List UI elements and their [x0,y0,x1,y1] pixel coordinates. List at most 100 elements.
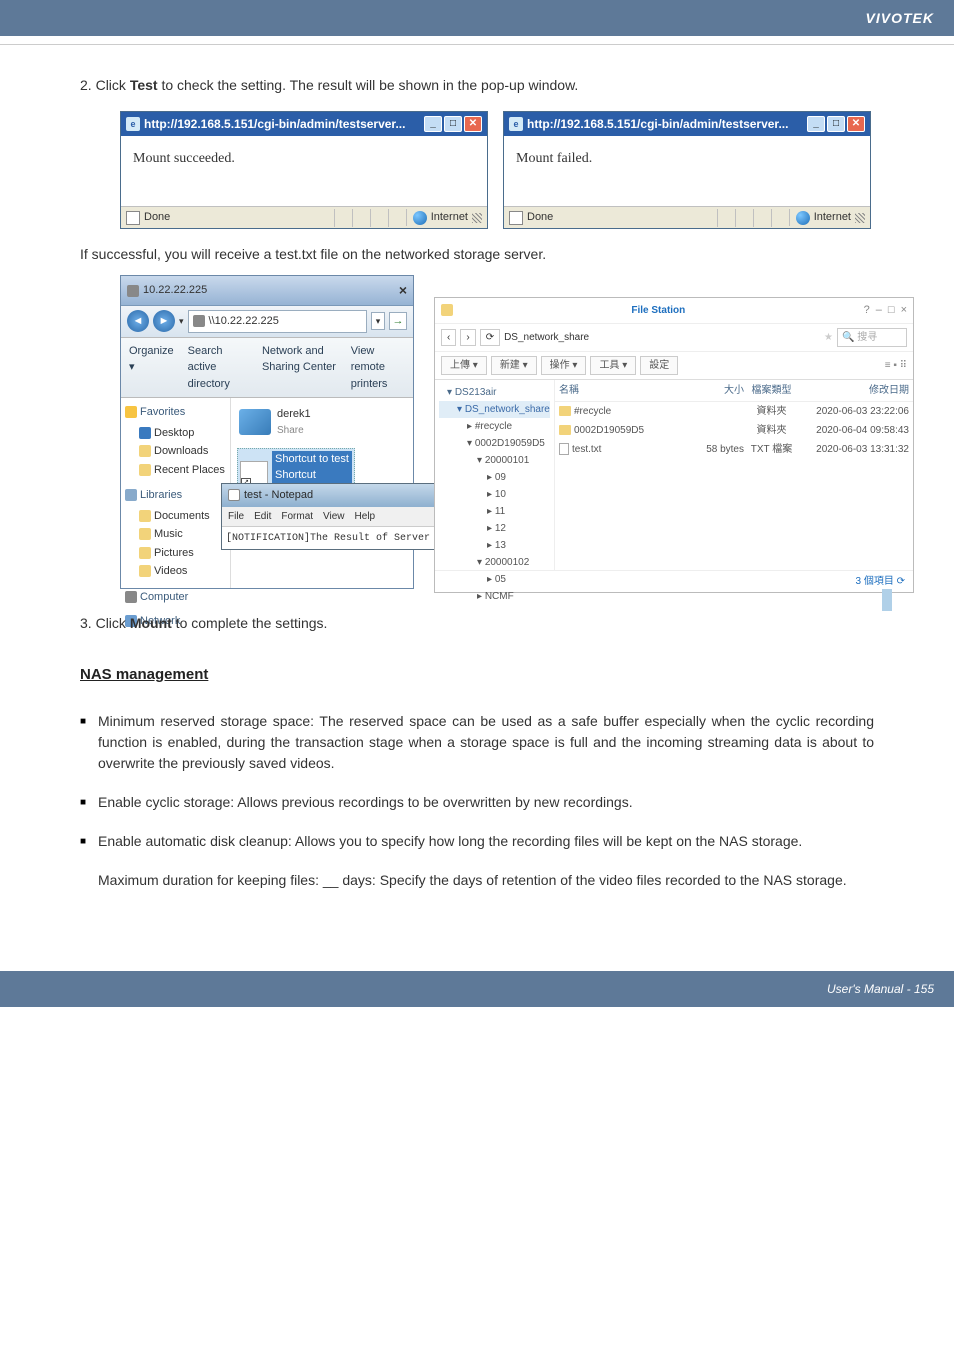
shortcut-name: Shortcut to test [275,451,349,468]
fs-crumb-root[interactable]: DS_network_share [504,330,589,345]
bullet-3: Enable automatic disk cleanup: Allows yo… [80,831,874,852]
view-printers[interactable]: View remote printers [351,343,405,393]
back-button[interactable]: ◄ [127,310,149,332]
col-name[interactable]: 名稱 [559,383,689,398]
ie-icon: e [509,117,523,131]
fs-row[interactable]: test.txt 58 bytes TXT 檔案 2020-06-03 13:3… [555,440,913,459]
fs-action-btn[interactable]: 操作 ▾ [541,356,587,375]
close-icon[interactable]: × [399,280,407,301]
fs-row[interactable]: #recycle 資料夾 2020-06-03 23:22:06 [555,402,913,421]
popup-success-body: Mount succeeded. [121,136,487,206]
sidebar-pictures[interactable]: Pictures [154,545,194,562]
fs-view-toggle[interactable]: ≡ ▪ ⠿ [885,358,907,373]
sidebar-videos[interactable]: Videos [154,563,187,580]
folder-icon [139,565,151,577]
sidebar-documents[interactable]: Documents [154,508,210,525]
sidebar-recent[interactable]: Recent Places [154,462,225,479]
minimize-button[interactable]: _ [424,116,442,132]
tree-hour[interactable]: ▸ 12 [439,520,550,537]
col-type[interactable]: 檔案類型 [744,383,799,398]
star-icon[interactable]: ★ [824,330,833,345]
resize-grip[interactable] [855,213,865,223]
tree-share[interactable]: ▾ DS_network_share [439,401,550,418]
share-name: derek1 [277,406,311,423]
menu-file[interactable]: File [228,509,244,524]
fs-search-toggle[interactable]: ? [864,302,870,319]
share-type: Share [277,423,311,438]
minimize-button[interactable]: _ [807,116,825,132]
menu-edit[interactable]: Edit [254,509,271,524]
tree-device[interactable]: ▾ 0002D19059D5 [439,435,550,452]
tree-date1[interactable]: ▾ 20000101 [439,452,550,469]
close-button[interactable]: ✕ [464,116,482,132]
fs-breadcrumb: ‹ › ⟳ DS_network_share ★ 🔍 搜寻 [435,324,913,352]
menu-help[interactable]: Help [355,509,376,524]
tree-ncmf[interactable]: ▸ NCMF [439,588,550,605]
fs-close[interactable]: × [901,302,907,319]
fs-minimize[interactable]: – [876,302,882,319]
step-3: 3. Click Mount to complete the settings. [80,613,874,634]
tree-recycle[interactable]: ▸ #recycle [439,418,550,435]
fs-upload-btn[interactable]: 上傳 ▾ [441,356,487,375]
bullet-2: Enable cyclic storage: Allows previous r… [80,792,874,813]
window-buttons: _ □ ✕ [807,116,865,132]
fs-row[interactable]: 0002D19059D5 資料夾 2020-06-04 09:58:43 [555,421,913,440]
sidebar-libraries[interactable]: Libraries [140,487,182,504]
dropdown-button[interactable]: ▾ [371,312,385,330]
fs-header-row: 名稱 大小 檔案類型 修改日期 [555,380,913,402]
menu-view[interactable]: View [323,509,345,524]
fs-tools-btn[interactable]: 工具 ▾ [590,356,636,375]
maximize-button[interactable]: □ [444,116,462,132]
status-cells [334,209,406,227]
menu-format[interactable]: Format [281,509,313,524]
resize-grip[interactable] [472,213,482,223]
popup-success-status: Done Internet [121,206,487,228]
sidebar-desktop[interactable]: Desktop [154,425,194,442]
fs-settings-btn[interactable]: 設定 [640,356,678,375]
col-date[interactable]: 修改日期 [799,383,909,398]
explorer-toolbar: Organize ▾ Search active directory Netwo… [121,338,413,399]
fs-refresh[interactable]: ⟳ [480,329,500,346]
tree-date2[interactable]: ▾ 20000102 [439,554,550,571]
search-directory[interactable]: Search active directory [188,343,248,393]
tree-hour[interactable]: ▸ 11 [439,503,550,520]
organize-menu[interactable]: Organize ▾ [129,343,174,393]
fs-back[interactable]: ‹ [441,329,456,346]
header-band: VIVOTEK [0,0,954,36]
close-button[interactable]: ✕ [847,116,865,132]
fs-tree: ▾ DS213air ▾ DS_network_share ▸ #recycle… [435,380,555,570]
popup-fail-titlebar: e http://192.168.5.151/cgi-bin/admin/tes… [504,112,870,136]
folder-icon [139,464,151,476]
fs-search-input[interactable]: 🔍 搜寻 [837,328,907,347]
sidebar-downloads[interactable]: Downloads [154,443,208,460]
sidebar-music[interactable]: Music [154,526,183,543]
tree-hour[interactable]: ▸ 13 [439,537,550,554]
tree-hour[interactable]: ▸ 05 [439,571,550,588]
status-done: Done [144,209,170,226]
explorer-sidebar: Favorites Desktop Downloads Recent Place… [121,398,231,588]
tree-hour[interactable]: ▸ 10 [439,486,550,503]
fs-new-btn[interactable]: 新建 ▾ [491,356,537,375]
share-item[interactable]: derek1 Share [237,404,407,440]
fs-forward[interactable]: › [460,329,475,346]
fs-body: ▾ DS213air ▾ DS_network_share ▸ #recycle… [435,380,913,570]
tree-hour[interactable]: ▸ 09 [439,469,550,486]
col-size[interactable]: 大小 [689,383,744,398]
address-bar[interactable]: \\10.22.22.225 [188,310,367,333]
nas-heading: NAS management [80,664,874,687]
computer-icon [193,315,205,327]
page-content: 2. Click Test to check the setting. The … [0,75,954,891]
sidebar-computer[interactable]: Computer [140,589,188,606]
sidebar-favorites[interactable]: Favorites [140,404,185,421]
fs-actions: 上傳 ▾ 新建 ▾ 操作 ▾ 工具 ▾ 設定 ≡ ▪ ⠿ [435,352,913,380]
maximize-button[interactable]: □ [827,116,845,132]
popup-success-titlebar: e http://192.168.5.151/cgi-bin/admin/tes… [121,112,487,136]
tree-root[interactable]: ▾ DS213air [439,384,550,401]
forward-button[interactable]: ► [153,310,175,332]
popup-success-url: http://192.168.5.151/cgi-bin/admin/tests… [144,115,405,133]
status-internet: Internet [814,209,851,226]
network-center[interactable]: Network and Sharing Center [262,343,337,393]
fs-maximize[interactable]: □ [888,302,895,319]
go-button[interactable]: → [389,312,407,330]
folder-icon [139,528,151,540]
